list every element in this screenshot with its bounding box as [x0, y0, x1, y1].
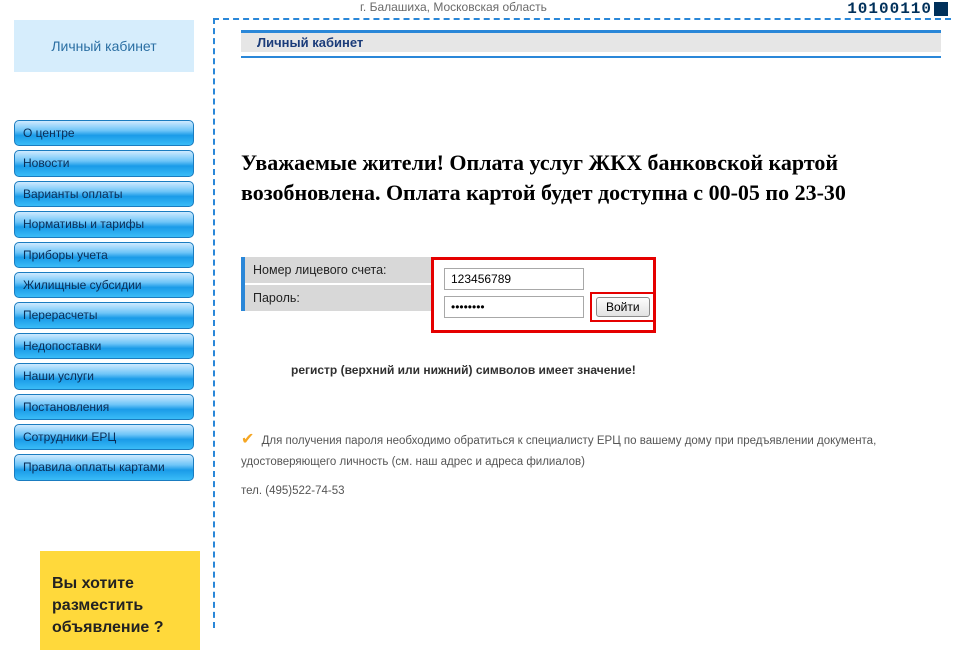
login-form: Номер лицевого счета: Пароль: Войти	[241, 257, 941, 333]
nav-recalc[interactable]: Перерасчеты	[14, 302, 194, 328]
sidebar-nav: О центре Новости Варианты оплаты Нормати…	[14, 120, 194, 481]
nav-news[interactable]: Новости	[14, 150, 194, 176]
login-inputs-highlight: Войти	[431, 257, 656, 333]
help-text-body: Для получения пароля необходимо обратить…	[241, 435, 876, 468]
phone-text: тел. (495)522-74-53	[241, 485, 941, 497]
nav-services[interactable]: Наши услуги	[14, 363, 194, 389]
login-submit-highlight: Войти	[590, 292, 656, 322]
nav-meters[interactable]: Приборы учета	[14, 242, 194, 268]
left-column: Личный кабинет О центре Новости Варианты…	[14, 20, 194, 650]
nav-shortfall[interactable]: Недопоставки	[14, 333, 194, 359]
account-input[interactable]	[444, 268, 584, 290]
login-button[interactable]: Войти	[596, 297, 650, 317]
account-label: Номер лицевого счета:	[245, 257, 431, 285]
nav-subsidies[interactable]: Жилищные субсидии	[14, 272, 194, 298]
nav-card-rules[interactable]: Правила оплаты картами	[14, 454, 194, 480]
section-underline	[241, 56, 941, 58]
nav-about[interactable]: О центре	[14, 120, 194, 146]
section-title: Личный кабинет	[257, 35, 363, 50]
nav-staff[interactable]: Сотрудники ЕРЦ	[14, 424, 194, 450]
help-text: ✔ Для получения пароля необходимо обрати…	[241, 427, 941, 471]
city-subtitle: г. Балашиха, Московская область	[360, 0, 547, 14]
case-sensitivity-note: регистр (верхний или нижний) символов им…	[291, 363, 941, 377]
ad-box[interactable]: Вы хотите разместить объявление ?	[40, 551, 200, 650]
logo-barcode: 10100110	[847, 0, 948, 18]
lk-box[interactable]: Личный кабинет	[14, 20, 194, 72]
login-labels: Номер лицевого счета: Пароль:	[241, 257, 431, 311]
announcement-text: Уважаемые жители! Оплата услуг ЖКХ банко…	[241, 148, 941, 207]
nav-resolutions[interactable]: Постановления	[14, 394, 194, 420]
nav-payment-options[interactable]: Варианты оплаты	[14, 181, 194, 207]
password-input[interactable]	[444, 296, 584, 318]
section-header: Личный кабинет	[241, 30, 941, 52]
main-content: Личный кабинет Уважаемые жители! Оплата …	[241, 30, 941, 497]
check-icon: ✔	[241, 431, 254, 448]
nav-norms-tariffs[interactable]: Нормативы и тарифы	[14, 211, 194, 237]
password-label: Пароль:	[245, 285, 431, 311]
